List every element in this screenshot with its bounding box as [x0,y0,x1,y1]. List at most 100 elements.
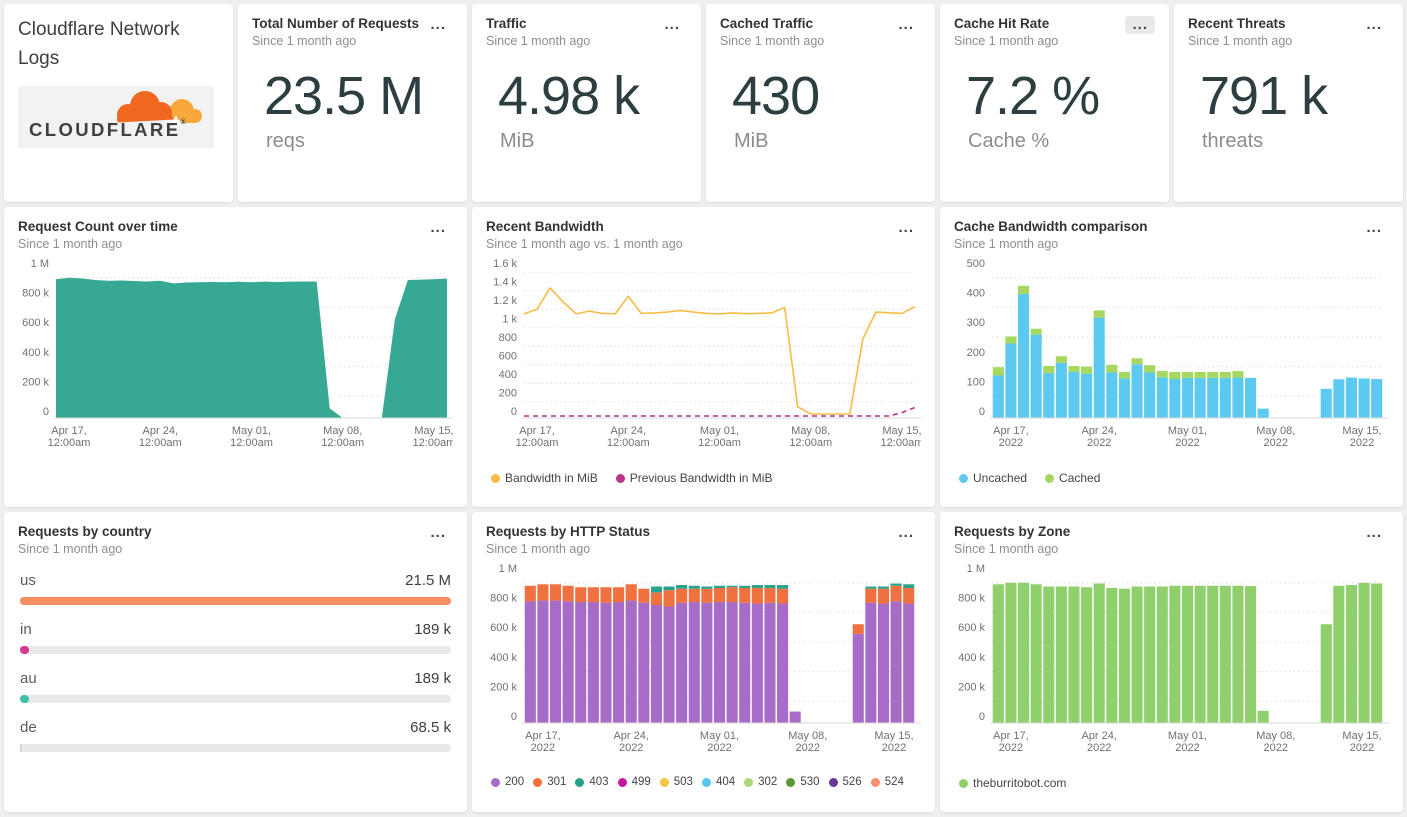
panel-menu-button[interactable]: ... [1359,219,1389,237]
chart-canvas[interactable]: 02004006008001 k1.2 k1.4 k1.6 kApr 17,12… [486,255,921,469]
panel-menu-button[interactable]: ... [423,16,453,34]
svg-text:May 15,: May 15, [882,425,921,437]
chart-canvas[interactable]: 0200 k400 k600 k800 k1 MApr 17,12:00amAp… [18,255,453,469]
panel-subtitle: Since 1 month ago [954,237,1059,251]
svg-text:Apr 24,: Apr 24, [613,730,648,742]
chart-canvas[interactable]: 0200 k400 k600 k800 k1 MApr 17,2022Apr 2… [486,560,921,774]
panel-requests-by-zone: Requests by Zone Since 1 month ago ... 0… [940,512,1403,812]
legend-dot [533,777,543,787]
svg-text:0: 0 [511,711,517,723]
svg-text:May 15,: May 15, [1342,730,1381,742]
panel-menu-button[interactable]: ... [1359,16,1389,34]
country-bar-track [20,646,451,654]
svg-text:2022: 2022 [882,742,906,754]
panel-subtitle: Since 1 month ago [720,34,825,48]
legend-item[interactable]: Bandwidth in MiB [491,471,598,485]
panel-title: Request Count over time [18,219,178,234]
kpi-unit: reqs [266,129,305,152]
legend-item[interactable]: Cached [1045,471,1100,485]
panel-subtitle: Since 1 month ago [954,34,1059,48]
country-label: us [20,572,36,589]
legend-item[interactable]: 503 [659,776,693,788]
request-count-chart[interactable]: 0 200 k 400 k 600 k 800 k1 M Apr 17, 12:00am Ap… [18,255,453,469]
page-title: Cloudflare Network Logs [18,19,180,69]
requests-by-country-chart: us 21.5 M in 189 k au 189 k de 68.5 k [18,572,453,752]
panel-menu-button[interactable]: ... [1125,16,1155,34]
legend-item[interactable]: 301 [533,776,566,788]
svg-text:2022: 2022 [1264,742,1288,754]
svg-text:May 15,: May 15, [1342,425,1381,437]
legend-item[interactable]: 302 [744,776,777,788]
panel-menu-button[interactable]: ... [423,524,453,542]
svg-text:12:00am: 12:00am [698,437,741,449]
legend-item[interactable]: 530 [786,776,820,788]
country-label: in [20,621,32,638]
panel-subtitle: Since 1 month ago [252,34,357,48]
panel-menu-button[interactable]: ... [1359,524,1389,542]
legend-item[interactable]: theburritobot.com [959,776,1066,790]
kpi-panel-cache-hit-rate: Cache Hit Rate Since 1 month ago ... 7.2… [940,4,1169,202]
panel-cache-bandwidth: Cache Bandwidth comparison Since 1 month… [940,207,1403,507]
country-value: 21.5 M [405,572,451,589]
recent-bandwidth-chart[interactable]: 0 200 400 600 800 1 k 1.2 k 1.4 k 1.6 k Apr 17, 12… [486,255,921,469]
svg-text:400: 400 [499,369,517,381]
svg-text:12:00am: 12:00am [789,437,832,449]
svg-text:200 k: 200 k [490,681,517,693]
kpi-unit: MiB [500,129,535,152]
panel-title: Recent Threats [1188,16,1286,31]
kpi-unit: Cache % [968,129,1050,152]
svg-text:2022: 2022 [707,742,731,754]
svg-text:400 k: 400 k [958,652,985,664]
svg-text:Apr 17,: Apr 17, [51,425,86,437]
svg-text:May 01,: May 01, [1168,730,1207,742]
panel-menu-button[interactable]: ... [657,16,687,34]
legend-dot [491,473,500,483]
panel-menu-button[interactable]: ... [891,524,921,542]
legend-dot [786,777,796,787]
svg-text:1.4 k: 1.4 k [493,277,517,289]
legend-item[interactable]: 403 [575,776,609,788]
cache-bandwidth-chart[interactable]: 0 100 200 300 400 500 Apr 17, 2022 Apr 24, 2022 Ma… [954,255,1389,469]
kpi-panel-total-requests: Total Number of Requests Since 1 month a… [238,4,467,202]
legend-item[interactable]: Previous Bandwidth in MiB [615,471,772,485]
chart-canvas[interactable]: 0100200300400500Apr 17,2022Apr 24,2022Ma… [954,255,1389,469]
requests-by-zone-chart[interactable]: 0 200 k 400 k 600 k 800 k1 M Apr 17, 2022 Apr 2… [954,560,1389,774]
panel-title: Requests by country [18,524,152,539]
chart-legend: 200 301 403 499 503 404 302 530 526 524 [486,774,921,788]
legend-dot [959,778,968,788]
svg-text:12:00am: 12:00am [881,437,921,449]
chart-legend: Uncached Cached [954,469,1389,485]
panel-title: Recent Bandwidth [486,219,604,234]
svg-text:May 01,: May 01, [232,425,271,437]
legend-item[interactable]: 526 [828,776,862,788]
svg-text:1.6 k: 1.6 k [493,258,517,270]
requests-by-http-status-chart[interactable]: 0 200 k 400 k 600 k 800 k1 M Apr 17, 2022 Apr 2… [486,560,921,774]
panel-menu-button[interactable]: ... [891,219,921,237]
chart-legend: Bandwidth in MiB Previous Bandwidth in Mi… [486,469,921,485]
svg-text:1 M: 1 M [499,563,517,575]
panel-requests-by-country: Requests by country Since 1 month ago ..… [4,512,467,812]
legend-item[interactable]: 200 [491,776,524,788]
legend-item[interactable]: 524 [870,776,904,788]
svg-text:200 k: 200 k [22,376,49,388]
svg-text:200: 200 [967,347,985,359]
panel-subtitle: Since 1 month ago [18,237,123,251]
panel-dashboard-title: Cloudflare Network Logs CLOUDFLARE® [4,4,233,202]
svg-text:May 01,: May 01, [700,425,739,437]
chart-canvas[interactable]: 0200 k400 k600 k800 k1 MApr 17,2022Apr 2… [954,560,1389,774]
panel-menu-button[interactable]: ... [423,219,453,237]
country-value: 189 k [414,621,451,638]
svg-text:2022: 2022 [531,742,555,754]
legend-item[interactable]: 499 [617,776,651,788]
svg-text:May 08,: May 08, [1256,730,1295,742]
panel-recent-bandwidth: Recent Bandwidth Since 1 month ago vs. 1… [472,207,935,507]
legend-item[interactable]: 404 [701,776,735,788]
svg-text:300: 300 [967,317,985,329]
panel-menu-button[interactable]: ... [891,16,921,34]
chart-legend: theburritobot.com [954,774,1389,790]
kpi-value: 791 k [1200,66,1328,126]
svg-text:2022: 2022 [1087,437,1111,449]
legend-dot [828,777,838,787]
panel-title: Requests by Zone [954,524,1071,539]
legend-item[interactable]: Uncached [959,471,1027,485]
